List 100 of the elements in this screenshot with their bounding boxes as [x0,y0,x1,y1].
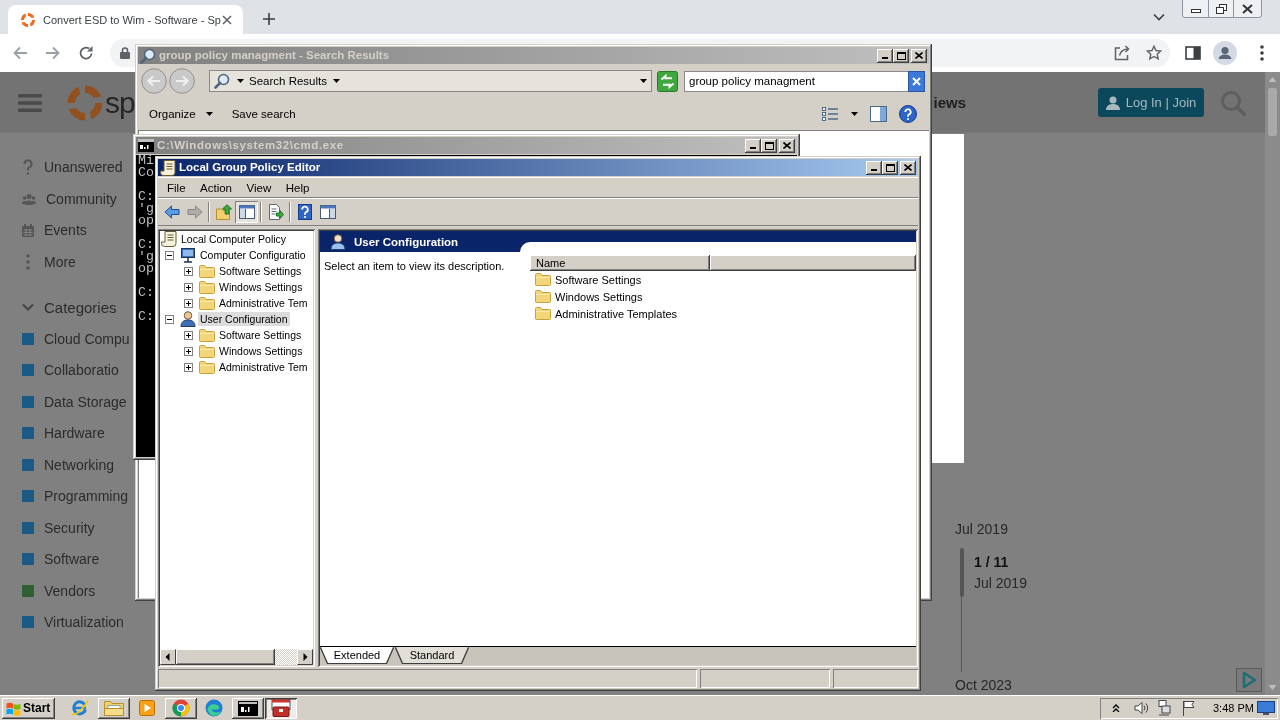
speaker-icon[interactable] [1134,701,1148,715]
tree-item[interactable]: Software Settings [217,264,304,278]
close-button[interactable] [779,138,795,153]
star-icon[interactable] [1146,45,1162,61]
plus-box-icon[interactable] [184,362,193,372]
address-bar[interactable]: Search Results [209,70,652,92]
browser-tab[interactable]: Convert ESD to Wim - Software - Sp [8,5,243,34]
scrollbar-thumb[interactable] [176,649,275,665]
category-link[interactable]: Programming [0,480,129,512]
caret-down-icon[interactable] [205,112,213,116]
close-button[interactable] [1233,0,1261,17]
taskbar-button[interactable] [164,697,197,719]
tree-item[interactable]: Administrative Tem [217,296,310,310]
avatar-icon[interactable] [1213,41,1237,65]
category-link[interactable]: Data Storage [0,385,127,418]
column-header[interactable]: Name [530,255,710,271]
category-link[interactable]: Networking [0,448,115,481]
tree-item[interactable]: Windows Settings [217,280,305,294]
taskbar-button[interactable] [231,697,264,719]
view-tab[interactable]: Standard [396,647,468,663]
sidebar-link[interactable]: Events [0,214,87,246]
menu-item[interactable]: Help [278,179,317,196]
taskbar-button[interactable] [97,697,130,719]
minimize-button[interactable] [877,48,893,63]
plus-box-icon[interactable] [184,298,193,308]
refresh-icon[interactable] [657,70,678,92]
caret-down-icon[interactable] [1153,13,1165,21]
plus-box-icon[interactable] [184,346,193,356]
category-link[interactable]: Collaboratio [0,354,119,386]
minimize-button[interactable] [745,138,761,153]
list-item[interactable]: Windows Settings [530,288,645,305]
category-link[interactable]: Vendors [0,574,96,607]
tree-item[interactable]: Software Settings [217,328,304,342]
timeline-thumb[interactable] [960,548,964,597]
caret-down-icon[interactable] [237,79,244,83]
minimize-button[interactable] [866,160,882,175]
minus-box-icon[interactable] [165,250,174,260]
close-button[interactable] [900,160,916,175]
list-item[interactable]: Administrative Templates [530,305,680,322]
sidebar-link[interactable]: More [0,245,76,278]
caret-down-icon[interactable] [640,79,647,83]
category-link[interactable]: Software [0,543,100,575]
view-tab[interactable]: Extended [321,647,393,663]
view-list-icon[interactable] [822,106,839,122]
vertical-scrollbar[interactable] [1265,72,1280,695]
plus-box-icon[interactable] [184,266,193,276]
caret-down-icon[interactable] [333,79,340,83]
chevron-up-icon[interactable] [1112,704,1120,712]
menu-item[interactable]: Action [193,179,239,196]
sidebar-icon[interactable] [1185,45,1201,61]
category-link[interactable]: Virtualization [0,606,124,638]
start-button[interactable]: Start [2,697,55,719]
desktop-icon[interactable] [1257,701,1275,715]
clock[interactable]: 3:48 PM [1213,702,1254,714]
command-button[interactable]: Save search [223,102,304,126]
category-link[interactable]: Hardware [0,417,105,449]
share-icon[interactable] [1114,45,1130,61]
forward-arrow-icon[interactable] [45,45,61,61]
list-item[interactable]: Software Settings [530,271,644,288]
back-arrow-icon[interactable] [12,45,28,61]
category-link[interactable]: Security [0,511,95,544]
maximize-button[interactable] [893,48,909,63]
menu-item[interactable]: File [160,179,193,196]
command-button[interactable]: Organize [141,102,221,126]
reload-icon[interactable] [78,45,94,61]
horizontal-scrollbar[interactable] [160,649,313,665]
network-icon[interactable] [1157,700,1171,716]
sidebar-link[interactable]: Unanswered [0,151,123,183]
sidebar-link[interactable]: Community [0,182,117,215]
scroll-left-arrow-icon[interactable] [160,649,176,665]
plus-box-icon[interactable] [184,330,193,340]
maximize-button[interactable] [882,160,898,175]
close-button[interactable] [911,48,927,63]
tree-item[interactable]: User Configuration [198,312,290,326]
search-field[interactable]: group policy managment [684,70,908,92]
plus-box-icon[interactable] [184,282,193,292]
menu-dots-icon[interactable] [1260,45,1264,61]
timeline-track[interactable] [960,548,964,672]
category-link[interactable]: Cloud Compu [0,322,130,355]
close-icon[interactable] [908,70,925,92]
scroll-right-arrow-icon[interactable] [297,649,313,665]
preview-pane-icon[interactable] [870,106,887,122]
help-icon[interactable] [899,105,917,123]
tree-item[interactable]: Windows Settings [217,344,305,358]
flag-icon[interactable] [1182,700,1196,716]
tree-item[interactable]: Administrative Tem [217,360,310,374]
login-button[interactable]: Log In | Join [1098,88,1204,117]
tree-item[interactable]: Local Computer Policy [179,232,289,246]
caret-down-icon[interactable] [851,112,858,116]
toolbar-button[interactable] [235,201,258,223]
plus-icon[interactable] [262,12,276,26]
close-icon[interactable] [222,14,232,25]
maximize-button[interactable] [761,138,777,153]
scrollbar-thumb[interactable] [1268,88,1277,136]
menu-item[interactable]: View [239,179,279,196]
categories-toggle[interactable]: Categories [0,291,117,323]
minus-box-icon[interactable] [165,314,174,324]
taskbar-button[interactable] [265,697,297,719]
tree-item[interactable]: Computer Configuratio [198,248,308,262]
breadcrumb[interactable]: Search Results [246,72,343,90]
